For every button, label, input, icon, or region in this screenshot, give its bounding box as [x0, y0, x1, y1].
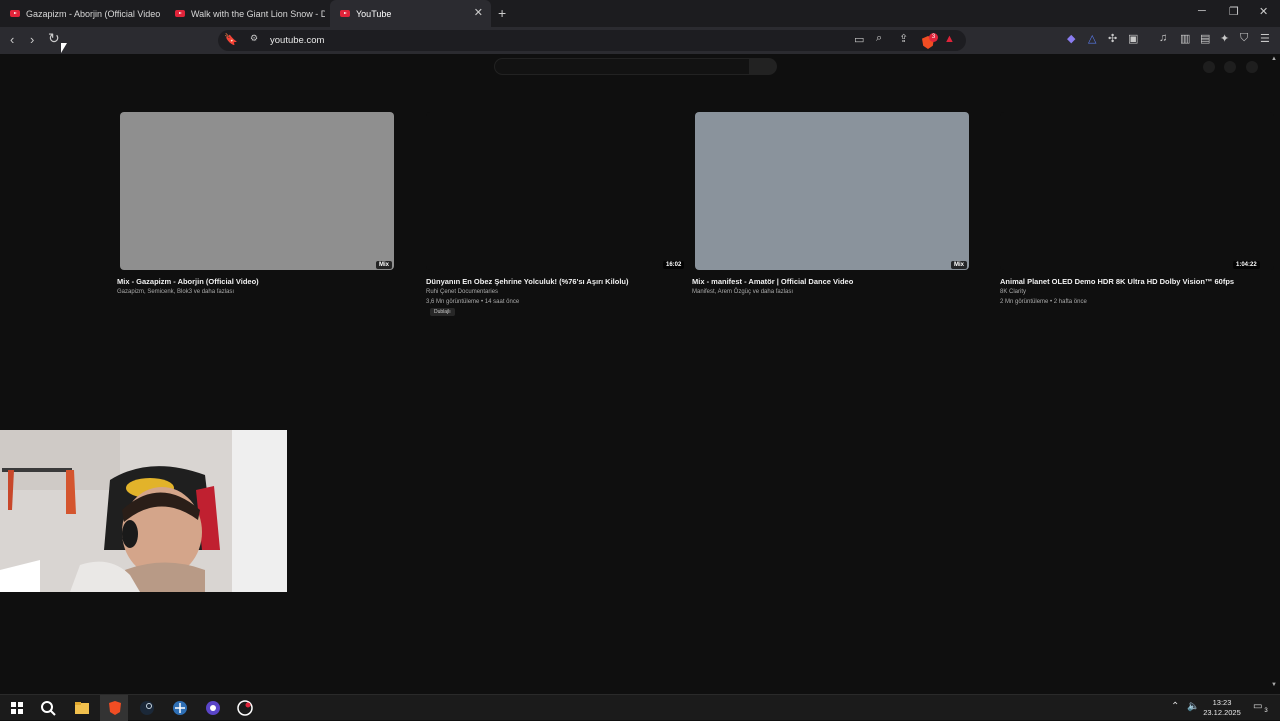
close-window-button[interactable]: ✕	[1259, 5, 1268, 18]
share-icon[interactable]: ⇪	[899, 32, 908, 45]
webcam-image	[0, 430, 287, 592]
clock-time[interactable]: 13:23	[1202, 698, 1242, 707]
create-icon[interactable]	[1203, 61, 1215, 73]
shields-badge: 3	[929, 33, 938, 42]
taskbar: ⌃ 🔈 13:23 23.12.2025 ▭ 3	[0, 694, 1280, 721]
video-thumbnail[interactable]	[1000, 112, 1274, 270]
tab-search-icon[interactable]: ▣	[1128, 32, 1138, 45]
video-channel[interactable]: Manifest, Arem Özgüç ve daha fazlası	[692, 289, 793, 295]
tab-gazapizm[interactable]: Gazapizm - Aborjin (Official Video) -	[0, 0, 160, 27]
youtube-icon	[340, 10, 350, 17]
video-stats: 3,6 Mn görüntüleme • 14 saat önce	[426, 299, 520, 305]
video-channel[interactable]: Gazapizm, Semicenk, Blok3 ve daha fazlas…	[117, 289, 234, 295]
site-settings-icon[interactable]: ⚙	[250, 33, 258, 44]
video-channel[interactable]: Ruhi Çenet Documentaries	[426, 289, 498, 295]
ai-icon[interactable]: ✦	[1220, 32, 1229, 45]
leo-icon[interactable]: △	[1088, 32, 1096, 45]
scroll-up-arrow[interactable]: ▲	[1271, 56, 1277, 62]
duration-badge: 16:02	[663, 261, 685, 269]
url-text: youtube.com	[270, 35, 325, 46]
tab-walk-lion[interactable]: Walk with the Giant Lion Snow - Dea	[165, 0, 325, 27]
duration-badge: 1:04:22	[1233, 261, 1260, 269]
tab-youtube[interactable]: YouTube ✕	[330, 0, 491, 27]
forward-icon[interactable]: ›	[30, 32, 34, 47]
bookmark-icon[interactable]: 🔖	[224, 33, 238, 46]
browser-toolbar: ‹ › ↻ 🔖 ⚙ youtube.com ▭ ⌕ ⇪ 3 ▲ ◆ △ ✣ ▣ …	[0, 27, 1280, 54]
file-explorer-icon[interactable]	[73, 699, 91, 717]
new-tab-button[interactable]: +	[498, 5, 506, 21]
tab-title: YouTube	[356, 8, 392, 19]
rewards-icon[interactable]: ▲	[944, 33, 955, 45]
dubbed-chip: Dublajlı	[430, 308, 455, 316]
wallet-icon[interactable]: ▤	[1200, 32, 1210, 45]
avatar[interactable]	[1246, 61, 1258, 73]
vpn-icon[interactable]: ◆	[1067, 32, 1075, 45]
media-icon[interactable]: ♫	[1159, 32, 1167, 44]
network-app-icon[interactable]	[171, 699, 189, 717]
steam-icon[interactable]	[138, 699, 156, 717]
brave-browser-icon[interactable]	[106, 699, 124, 717]
video-title[interactable]: Mix - manifest - Amatör | Official Dance…	[692, 277, 853, 286]
clock-date[interactable]: 23.12.2025	[1200, 708, 1244, 717]
chevron-up-icon[interactable]: ⌃	[1171, 701, 1179, 712]
webcam-overlay	[0, 430, 287, 592]
search-input[interactable]	[494, 58, 750, 75]
menu-icon[interactable]: ☰	[1260, 32, 1270, 45]
mouse-cursor	[61, 43, 67, 53]
video-stats: 2 Mn görüntüleme • 2 hafta önce	[1000, 299, 1087, 305]
search-button[interactable]	[750, 58, 777, 75]
notifications-icon[interactable]	[1224, 61, 1236, 73]
tab-title: Gazapizm - Aborjin (Official Video) -	[26, 8, 160, 19]
video-thumbnail[interactable]	[120, 112, 394, 270]
volume-icon[interactable]: 🔈	[1187, 701, 1199, 712]
video-thumbnail[interactable]	[426, 112, 700, 270]
tab-title: Walk with the Giant Lion Snow - Dea	[191, 8, 325, 19]
video-thumbnail[interactable]	[695, 112, 969, 270]
cast-icon[interactable]: ▭	[854, 33, 864, 46]
mix-badge: Mix	[376, 261, 393, 269]
notification-count: 3	[1264, 708, 1268, 714]
video-title[interactable]: Dünyanın En Obez Şehrine Yolculuk! (%76'…	[426, 277, 629, 286]
address-bar[interactable]: 🔖 ⚙ youtube.com ▭ ⌕ ⇪ 3 ▲	[218, 30, 966, 51]
search-icon[interactable]	[39, 699, 57, 717]
tab-bar: Gazapizm - Aborjin (Official Video) - Wa…	[0, 0, 1280, 27]
back-icon[interactable]: ‹	[10, 32, 14, 47]
recorder-icon[interactable]	[236, 699, 254, 717]
extensions-icon[interactable]: ✣	[1108, 32, 1117, 45]
youtube-icon	[175, 10, 185, 17]
windows-start-icon[interactable]	[8, 699, 26, 717]
video-title[interactable]: Animal Planet OLED Demo HDR 8K Ultra HD …	[1000, 277, 1234, 286]
youtube-icon	[10, 10, 20, 17]
video-title[interactable]: Mix - Gazapizm - Aborjin (Official Video…	[117, 277, 259, 286]
mix-badge: Mix	[951, 261, 968, 269]
zoom-icon[interactable]: ⌕	[876, 32, 882, 45]
restore-button[interactable]: ❐	[1229, 5, 1239, 18]
scroll-down-arrow[interactable]: ▼	[1271, 682, 1277, 688]
close-tab-icon[interactable]: ✕	[474, 6, 483, 19]
sidebar-icon[interactable]: ▥	[1180, 32, 1190, 45]
shield-icon[interactable]: ⛉	[1240, 32, 1248, 45]
obs-icon[interactable]	[204, 699, 222, 717]
reload-icon[interactable]: ↻	[48, 30, 60, 47]
video-channel[interactable]: 8K Clarity	[1000, 289, 1026, 295]
minimize-button[interactable]: ─	[1198, 5, 1206, 17]
